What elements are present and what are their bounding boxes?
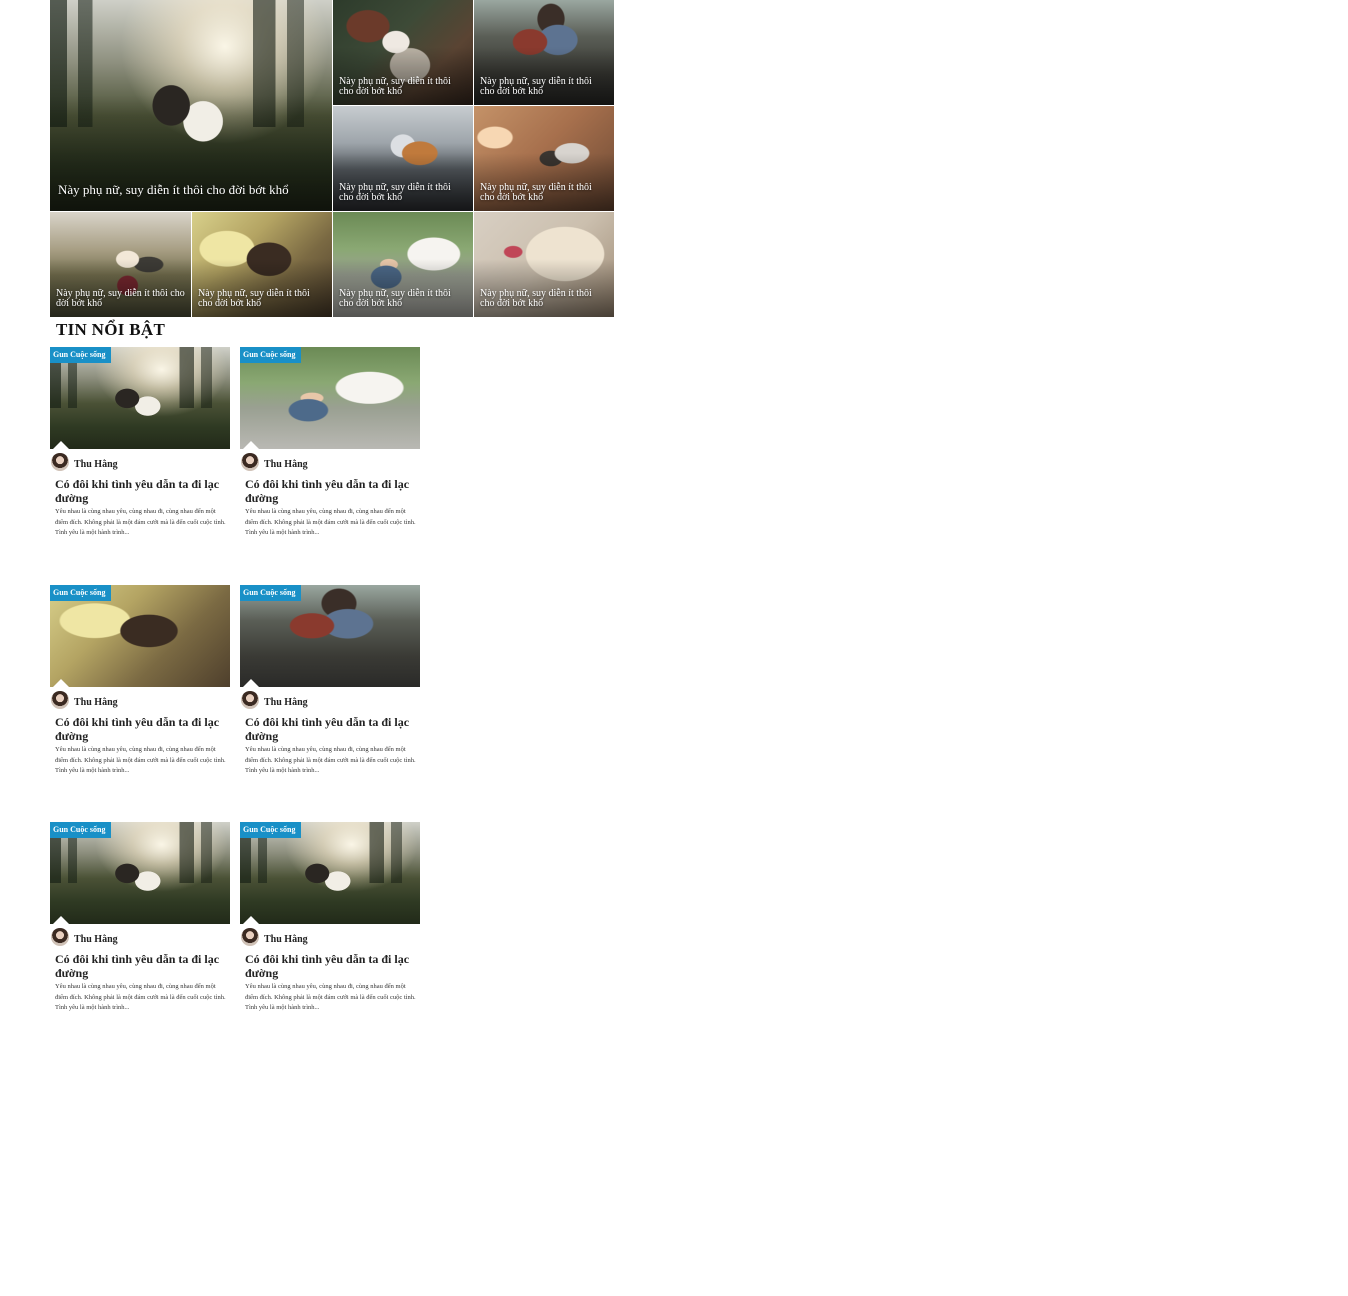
hero-tile[interactable]: Này phụ nữ, suy diễn ít thôi cho đời bớt… bbox=[474, 212, 614, 317]
hero-tile[interactable]: Này phụ nữ, suy diễn ít thôi cho đời bớt… bbox=[474, 0, 614, 105]
article-card: Gun Cuộc sống Thu Hằng Có đôi khi tình y… bbox=[50, 585, 230, 780]
hero-tile-caption: Này phụ nữ, suy diễn ít thôi cho đời bớt… bbox=[56, 288, 185, 309]
category-badge[interactable]: Gun Cuộc sống bbox=[240, 585, 302, 601]
author-name[interactable]: Thu Hằng bbox=[74, 934, 118, 945]
article-excerpt: Yêu nhau là cùng nhau yêu, cùng nhau đi,… bbox=[245, 508, 416, 536]
article-title[interactable]: Có đôi khi tình yêu dẫn ta đi lạc đường bbox=[245, 715, 417, 743]
author-avatar[interactable] bbox=[241, 691, 259, 709]
article-excerpt: Yêu nhau là cùng nhau yêu, cùng nhau đi,… bbox=[55, 983, 226, 1011]
article-card: Gun Cuộc sống Thu Hằng Có đôi khi tình y… bbox=[50, 822, 230, 1017]
hero-tile[interactable]: Này phụ nữ, suy diễn ít thôi cho đời bớt… bbox=[474, 106, 614, 211]
thumbnail-notch bbox=[242, 441, 260, 449]
article-thumbnail[interactable]: Gun Cuộc sống bbox=[240, 585, 420, 687]
hero-tile[interactable]: Này phụ nữ, suy diễn ít thôi cho đời bớt… bbox=[50, 212, 191, 317]
thumbnail-notch bbox=[242, 679, 260, 687]
article-excerpt: Yêu nhau là cùng nhau yêu, cùng nhau đi,… bbox=[245, 746, 416, 774]
hero-tile[interactable]: Này phụ nữ, suy diễn ít thôi cho đời bớt… bbox=[192, 212, 332, 317]
category-badge[interactable]: Gun Cuộc sống bbox=[50, 822, 112, 838]
hero-photo-grid: Này phụ nữ, suy diễn ít thôi cho đời bớt… bbox=[50, 0, 614, 317]
hero-tile-caption: Này phụ nữ, suy diễn ít thôi cho đời bớt… bbox=[480, 76, 592, 97]
section-title-featured: TIN NỔI BẬT bbox=[56, 320, 166, 339]
hero-tile-caption: Này phụ nữ, suy diễn ít thôi cho đời bớt… bbox=[480, 182, 592, 203]
article-thumbnail[interactable]: Gun Cuộc sống bbox=[50, 822, 230, 924]
author-avatar[interactable] bbox=[241, 453, 259, 471]
article-thumbnail[interactable]: Gun Cuộc sống bbox=[50, 585, 230, 687]
author-name[interactable]: Thu Hằng bbox=[264, 697, 308, 708]
author-avatar[interactable] bbox=[51, 928, 69, 946]
hero-tile-caption: Này phụ nữ, suy diễn ít thôi cho đời bớt… bbox=[480, 288, 592, 309]
hero-tile-caption: Này phụ nữ, suy diễn ít thôi cho đời bớt… bbox=[58, 182, 289, 197]
hero-tile[interactable]: Này phụ nữ, suy diễn ít thôi cho đời bớt… bbox=[333, 212, 473, 317]
hero-tile-caption: Này phụ nữ, suy diễn ít thôi cho đời bớt… bbox=[339, 288, 451, 309]
author-avatar[interactable] bbox=[51, 691, 69, 709]
article-card: Gun Cuộc sống Thu Hằng Có đôi khi tình y… bbox=[240, 347, 420, 542]
category-badge[interactable]: Gun Cuộc sống bbox=[50, 585, 112, 601]
category-badge[interactable]: Gun Cuộc sống bbox=[240, 822, 302, 838]
article-thumbnail[interactable]: Gun Cuộc sống bbox=[240, 347, 420, 449]
article-title[interactable]: Có đôi khi tình yêu dẫn ta đi lạc đường bbox=[245, 477, 417, 505]
article-excerpt: Yêu nhau là cùng nhau yêu, cùng nhau đi,… bbox=[55, 508, 226, 536]
article-card: Gun Cuộc sống Thu Hằng Có đôi khi tình y… bbox=[240, 585, 420, 780]
category-badge[interactable]: Gun Cuộc sống bbox=[240, 347, 302, 363]
hero-tile-main[interactable]: Này phụ nữ, suy diễn ít thôi cho đời bớt… bbox=[50, 0, 332, 211]
author-avatar[interactable] bbox=[51, 453, 69, 471]
author-avatar[interactable] bbox=[241, 928, 259, 946]
thumbnail-notch bbox=[52, 679, 70, 687]
hero-tile-caption: Này phụ nữ, suy diễn ít thôi cho đời bớt… bbox=[339, 182, 451, 203]
hero-tile[interactable]: Này phụ nữ, suy diễn ít thôi cho đời bớt… bbox=[333, 0, 473, 105]
article-title[interactable]: Có đôi khi tình yêu dẫn ta đi lạc đường bbox=[245, 952, 417, 980]
article-title[interactable]: Có đôi khi tình yêu dẫn ta đi lạc đường bbox=[55, 477, 227, 505]
author-name[interactable]: Thu Hằng bbox=[74, 459, 118, 470]
author-name[interactable]: Thu Hằng bbox=[264, 459, 308, 470]
author-name[interactable]: Thu Hằng bbox=[74, 697, 118, 708]
hero-tile-caption: Này phụ nữ, suy diễn ít thôi cho đời bớt… bbox=[339, 76, 451, 97]
article-excerpt: Yêu nhau là cùng nhau yêu, cùng nhau đi,… bbox=[245, 983, 416, 1011]
article-excerpt: Yêu nhau là cùng nhau yêu, cùng nhau đi,… bbox=[55, 746, 226, 774]
thumbnail-notch bbox=[52, 916, 70, 924]
article-thumbnail[interactable]: Gun Cuộc sống bbox=[50, 347, 230, 449]
article-card: Gun Cuộc sống Thu Hằng Có đôi khi tình y… bbox=[240, 822, 420, 1017]
hero-tile[interactable]: Này phụ nữ, suy diễn ít thôi cho đời bớt… bbox=[333, 106, 473, 211]
category-badge[interactable]: Gun Cuộc sống bbox=[50, 347, 112, 363]
author-name[interactable]: Thu Hằng bbox=[264, 934, 308, 945]
thumbnail-notch bbox=[242, 916, 260, 924]
thumbnail-notch bbox=[52, 441, 70, 449]
hero-tile-caption: Này phụ nữ, suy diễn ít thôi cho đời bớt… bbox=[198, 288, 310, 309]
article-thumbnail[interactable]: Gun Cuộc sống bbox=[240, 822, 420, 924]
article-title[interactable]: Có đôi khi tình yêu dẫn ta đi lạc đường bbox=[55, 715, 227, 743]
article-title[interactable]: Có đôi khi tình yêu dẫn ta đi lạc đường bbox=[55, 952, 227, 980]
article-card: Gun Cuộc sống Thu Hằng Có đôi khi tình y… bbox=[50, 347, 230, 542]
